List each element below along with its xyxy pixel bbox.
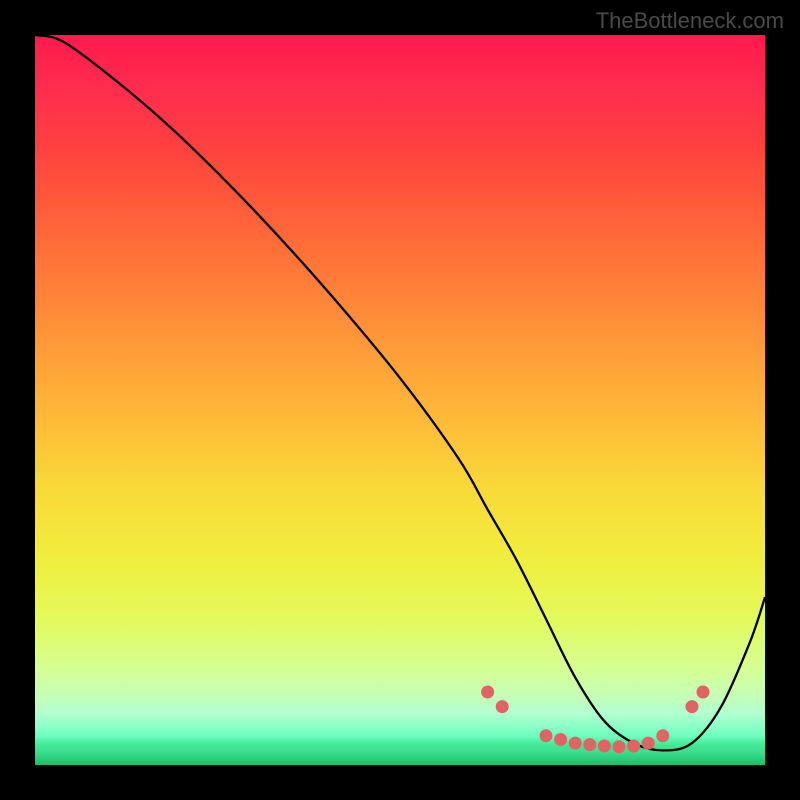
plot-area — [35, 35, 765, 765]
marker-dot — [697, 686, 710, 699]
curve-svg — [35, 35, 765, 765]
marker-dot — [496, 700, 509, 713]
watermark-text: TheBottleneck.com — [596, 8, 784, 34]
marker-dot — [598, 740, 611, 753]
marker-dot — [569, 737, 582, 750]
marker-dot — [686, 700, 699, 713]
marker-dot — [642, 737, 655, 750]
curve-markers — [481, 686, 709, 754]
bottleneck-curve — [35, 35, 765, 750]
marker-dot — [656, 729, 669, 742]
marker-dot — [583, 738, 596, 751]
marker-dot — [481, 686, 494, 699]
marker-dot — [613, 740, 626, 753]
marker-dot — [627, 740, 640, 753]
marker-dot — [540, 729, 553, 742]
marker-dot — [554, 733, 567, 746]
